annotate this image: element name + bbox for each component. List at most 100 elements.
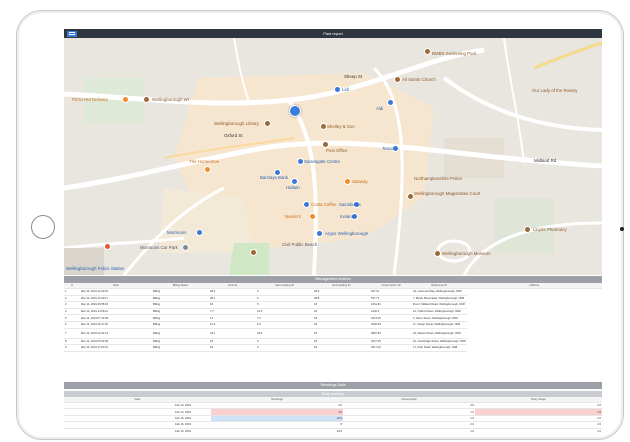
table-cell: 7, Brook Street East, Wellingborough, NN…	[412, 295, 467, 303]
restaurant-icon[interactable]	[344, 178, 351, 185]
table-cell: 18	[209, 338, 256, 346]
place-icon[interactable]	[143, 96, 150, 103]
map-base	[64, 38, 602, 275]
readings-table: Date Readings Consumption Daily Usage Fe…	[64, 397, 602, 434]
table-cell: 13	[209, 314, 256, 322]
table-cell: 11, Sheep Street, Wellingborough, NN8	[412, 321, 467, 329]
section-header-readings: Readings Data	[64, 382, 602, 389]
map-label-morrisons-car-park: Morrisons Car Park	[140, 245, 178, 250]
restaurant-icon[interactable]	[122, 96, 129, 103]
page-title: Past report	[323, 31, 343, 36]
map-view[interactable]: Pizza Hut Delivery Wellingborough WI Wel…	[64, 38, 602, 275]
app-screen: Past report Pizza Hut Delivery Wellingbo…	[64, 29, 602, 434]
table-cell: 6	[64, 321, 80, 329]
table-row[interactable]: 4 Mar 14, 2019 14:06:21 Billing 7.7 13.0 18 10…	[64, 308, 602, 316]
restaurant-icon[interactable]	[309, 213, 316, 220]
place-icon[interactable]	[250, 249, 257, 256]
table-cell: Mar 14, 2019 09:58:46	[80, 301, 152, 309]
table-cell: 24.0	[211, 428, 343, 434]
map-label-sainsburys: Sainsburys	[339, 202, 361, 207]
map-label-shelley: Shelley & Son	[327, 124, 355, 129]
table-cell: 9	[64, 344, 80, 352]
shop-icon[interactable]	[387, 99, 394, 106]
map-label-horseshoe: The Horseshoe	[189, 159, 220, 164]
table-row[interactable]: 8 Mar 14, 2019 05:02:48 Billing 18 0 18 2547.4…	[64, 338, 602, 346]
table-cell: 0	[256, 338, 313, 346]
map-label-police-station: Wellingborough Police Station	[66, 266, 125, 271]
table-cell: 7.7	[209, 308, 256, 316]
map-label-barclays: Barclays Bank	[260, 175, 289, 180]
table-cell: Billing	[152, 295, 209, 303]
table-cell: 4	[64, 308, 80, 316]
shop-icon[interactable]	[316, 230, 323, 237]
map-label-argos: Argos Wellingborough	[325, 231, 369, 236]
table-cell: 10, Cambridge Street, Wellingborough, NN…	[412, 338, 467, 346]
supermarket-icon[interactable]	[196, 229, 203, 236]
table-row[interactable]: 7 Mar 14, 2019 12:31:13 Billing 43.1 43.0 18 9…	[64, 328, 602, 339]
table-cell: 43.0	[256, 328, 313, 339]
table-cell: 28.8	[313, 295, 370, 303]
table-cell: 0	[256, 295, 313, 303]
table-cell: 18	[209, 301, 256, 309]
table-cell: Mar 14, 2019 14:06:21	[80, 308, 152, 316]
table-row[interactable]: 1 Mar 14, 2019 12:29:04 Billing 38.3 0 38.9 62…	[64, 288, 602, 296]
table-cell: 42, Inkerman Way, Wellingborough, NN8	[412, 288, 467, 296]
table-cell: Feb 16, 2019	[64, 428, 211, 434]
pub-icon[interactable]	[204, 166, 211, 173]
map-label-police: Northamptonshire Police	[414, 176, 463, 181]
street-oxford-st: Oxford St	[224, 133, 243, 138]
table-row[interactable]: Feb 16, 2019 24.0 1.0 1.0	[64, 428, 602, 434]
shop-icon[interactable]	[303, 201, 310, 208]
library-icon[interactable]	[264, 120, 271, 127]
shop-icon[interactable]	[291, 178, 298, 185]
table-cell: 0	[256, 288, 313, 296]
map-label-civil-beach: Civil Public Beach	[282, 242, 318, 247]
front-camera	[620, 227, 624, 231]
table-cell: 1.0	[343, 428, 475, 434]
church-icon[interactable]	[394, 76, 401, 83]
hospital-icon[interactable]	[104, 243, 111, 250]
shop-icon[interactable]	[334, 86, 341, 93]
table-cell: 5	[64, 314, 80, 322]
table-cell: Billing	[152, 328, 209, 339]
table-row[interactable]: 5 Mar 14, 2019 07:14:48 Billing 13 7.0 18 2213…	[64, 314, 602, 322]
place-icon[interactable]	[320, 123, 327, 130]
table-row[interactable]: 3 Mar 14, 2019 09:58:46 Billing 18 5 18 1061.8…	[64, 301, 602, 309]
table-cell: 18	[313, 344, 370, 352]
courthouse-icon[interactable]	[407, 193, 414, 200]
table-cell: 18	[313, 301, 370, 309]
table-cell: Billing	[152, 288, 209, 296]
home-button[interactable]	[31, 215, 55, 239]
place-icon[interactable]	[424, 48, 431, 55]
map-label-morrisons: Morrisons	[167, 230, 187, 235]
table-cell: 627.61	[370, 288, 412, 296]
table-cell: Billing	[152, 308, 209, 316]
map-label-hallam: Hallam	[286, 185, 300, 190]
table-cell: 2213.25	[370, 314, 412, 322]
col-address[interactable]: Address	[466, 283, 602, 289]
table-cell: Billing	[152, 314, 209, 322]
table-cell: 8	[64, 338, 80, 346]
place-icon[interactable]	[434, 250, 441, 257]
table-cell: 1020.0	[370, 308, 412, 316]
map-label-subway: Subway	[352, 179, 368, 184]
table-cell: 38.9	[313, 288, 370, 296]
table-cell: 18	[313, 338, 370, 346]
table-cell: 9687.83	[370, 328, 412, 339]
table-cell: Mar 14, 2019 17:03:31	[80, 344, 152, 352]
actions-table: # Date Billing Status Units ID Start rea…	[64, 283, 602, 352]
table-cell: Mar 14, 2019 10:40:17	[80, 295, 152, 303]
table-row[interactable]: 9 Mar 14, 2019 17:03:31 Billing 18 0 18 4517.0…	[64, 344, 602, 352]
table-cell: 22, Market Street, Wellingborough, NN8	[412, 328, 467, 339]
map-label-museum: Wellingborough Museum	[442, 251, 491, 256]
table-cell: 7.0	[256, 314, 313, 322]
parking-icon[interactable]	[182, 244, 189, 251]
post-office-icon[interactable]	[322, 141, 329, 148]
place-icon[interactable]	[524, 226, 531, 233]
shop-icon[interactable]	[297, 158, 304, 165]
table-cell: 21.6	[209, 321, 256, 329]
table-cell: 18	[313, 321, 370, 329]
table-row[interactable]: 6 Mar 14, 2019 06:17:02 Billing 21.6 5.0 18 25…	[64, 321, 602, 329]
street-midland-rd: Midland Rd	[534, 158, 557, 163]
table-row[interactable]: 2 Mar 14, 2019 10:40:17 Billing 28.1 0 28.8 51…	[64, 295, 602, 303]
